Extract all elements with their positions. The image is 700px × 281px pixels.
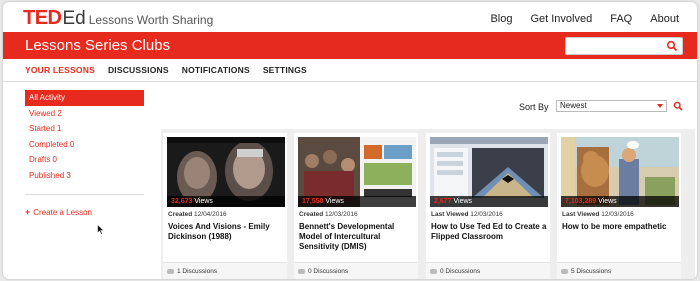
- nav-get-involved-link[interactable]: Get Involved: [530, 13, 592, 25]
- lesson-card[interactable]: 32,673 Views Created 12/04/2016 Voices A…: [163, 133, 287, 279]
- sidebar-item-all-activity[interactable]: All Activity: [25, 90, 144, 106]
- tab-your-lessons[interactable]: YOUR LESSONS: [25, 65, 95, 80]
- activity-sidebar: All Activity Viewed 2 Started 1 Complete…: [25, 90, 144, 195]
- views-label: Views: [194, 198, 213, 205]
- meta-label: Last Viewed: [562, 211, 600, 218]
- discussion-bubble-icon: [430, 269, 437, 274]
- logo-ted-text: TED: [23, 7, 62, 29]
- sidebar-divider: [25, 194, 144, 195]
- meta-date: 12/03/2016: [470, 211, 503, 218]
- lesson-card[interactable]: 2,677 Views Last Viewed 12/03/2016 How t…: [426, 133, 550, 279]
- lesson-thumbnail: 17,550 Views: [298, 137, 416, 207]
- discussion-bubble-icon: [561, 269, 568, 274]
- views-label: Views: [325, 198, 344, 205]
- search-icon[interactable]: [666, 40, 678, 52]
- views-label: Views: [598, 198, 617, 205]
- create-lesson-link[interactable]: + Create a Lesson: [25, 207, 92, 217]
- page-title: Lessons Series Clubs: [25, 37, 171, 54]
- sidebar-item-drafts[interactable]: Drafts 0: [25, 152, 144, 168]
- tab-notifications[interactable]: NOTIFICATIONS: [182, 65, 250, 80]
- lesson-meta: Created 12/03/2016: [299, 211, 358, 218]
- views-number: 32,673: [171, 198, 193, 205]
- discussion-bubble-icon: [167, 269, 174, 274]
- meta-date: 12/03/2016: [601, 211, 634, 218]
- discussions-count: 0 Discussions: [308, 268, 349, 275]
- discussions-count: 0 Discussions: [440, 268, 481, 275]
- lesson-title[interactable]: Bennett's Developmental Model of Intercu…: [299, 222, 417, 252]
- sort-select[interactable]: Newest: [556, 100, 667, 112]
- tab-discussions[interactable]: DISCUSSIONS: [108, 65, 169, 80]
- mouse-pointer-icon: [97, 224, 105, 235]
- lesson-footer[interactable]: 0 Discussions: [426, 262, 550, 279]
- views-label: Views: [453, 198, 473, 205]
- views-count: 17,550 Views: [298, 196, 416, 207]
- tabs-divider: [3, 81, 697, 82]
- meta-date: 12/03/2016: [325, 211, 358, 218]
- lesson-footer[interactable]: 0 Discussions: [294, 262, 418, 279]
- chevron-down-icon: [657, 104, 663, 108]
- sidebar-item-started[interactable]: Started 1: [25, 121, 144, 137]
- lesson-thumbnail: 7,103,289 Views: [561, 137, 679, 207]
- sidebar-item-completed[interactable]: Completed 0: [25, 137, 144, 153]
- nav-about-link[interactable]: About: [650, 13, 679, 25]
- search-input[interactable]: [566, 40, 661, 57]
- meta-label: Last Viewed: [431, 211, 469, 218]
- tab-settings[interactable]: SETTINGS: [263, 65, 307, 80]
- top-header: TED Ed Lessons Worth Sharing Blog Get In…: [3, 2, 697, 32]
- lesson-card[interactable]: 7,103,289 Views Last Viewed 12/03/2016 H…: [557, 133, 681, 279]
- lesson-meta: Last Viewed 12/03/2016: [562, 211, 634, 218]
- sort-search-icon[interactable]: [673, 101, 683, 111]
- lesson-title[interactable]: How to be more empathetic: [562, 222, 680, 232]
- sidebar-item-viewed[interactable]: Viewed 2: [25, 106, 144, 122]
- lesson-footer[interactable]: 1 Discussions: [163, 262, 287, 279]
- meta-label: Created: [299, 211, 324, 218]
- meta-date: 12/04/2016: [194, 211, 227, 218]
- lesson-title[interactable]: Voices And Visions - Emily Dickinson (19…: [168, 222, 286, 242]
- lesson-meta: Created 12/04/2016: [168, 211, 227, 218]
- sidebar-item-published[interactable]: Published 3: [25, 168, 144, 184]
- sort-by-label: Sort By: [519, 102, 549, 112]
- lesson-thumbnail: 32,673 Views: [167, 137, 285, 207]
- lesson-footer[interactable]: 5 Discussions: [557, 262, 681, 279]
- sort-selected-value: Newest: [560, 101, 587, 110]
- views-number: 2,677: [434, 198, 452, 205]
- lesson-thumbnail: 2,677 Views: [430, 137, 548, 207]
- logo-tagline: Lessons Worth Sharing: [88, 13, 214, 27]
- ted-ed-logo[interactable]: TED Ed Lessons Worth Sharing: [23, 7, 213, 30]
- app-window: TED Ed Lessons Worth Sharing Blog Get In…: [3, 2, 697, 279]
- views-count: 32,673 Views: [167, 196, 285, 207]
- nav-faq-link[interactable]: FAQ: [610, 13, 632, 25]
- section-tabs: YOUR LESSONS DISCUSSIONS NOTIFICATIONS S…: [25, 65, 307, 80]
- create-lesson-label: Create a Lesson: [33, 207, 92, 217]
- nav-blog-link[interactable]: Blog: [490, 13, 512, 25]
- lesson-title[interactable]: How to Use Ted Ed to Create a Flipped Cl…: [431, 222, 549, 242]
- logo-ed-text: Ed: [62, 8, 86, 29]
- lesson-card[interactable]: 17,550 Views Created 12/03/2016 Bennett'…: [294, 133, 418, 279]
- meta-label: Created: [168, 211, 193, 218]
- banner-bar: Lessons Series Clubs: [3, 32, 697, 59]
- lesson-meta: Last Viewed 12/03/2016: [431, 211, 503, 218]
- views-count: 7,103,289 Views: [561, 196, 679, 207]
- discussions-count: 1 Discussions: [177, 268, 218, 275]
- plus-icon: +: [25, 207, 31, 217]
- views-count: 2,677 Views: [430, 196, 548, 207]
- search-box: [565, 37, 683, 57]
- discussion-bubble-icon: [298, 269, 305, 274]
- top-nav: Blog Get Involved FAQ About: [490, 13, 679, 25]
- views-number: 7,103,289: [565, 198, 597, 205]
- discussions-count: 5 Discussions: [571, 268, 612, 275]
- views-number: 17,550: [302, 198, 324, 205]
